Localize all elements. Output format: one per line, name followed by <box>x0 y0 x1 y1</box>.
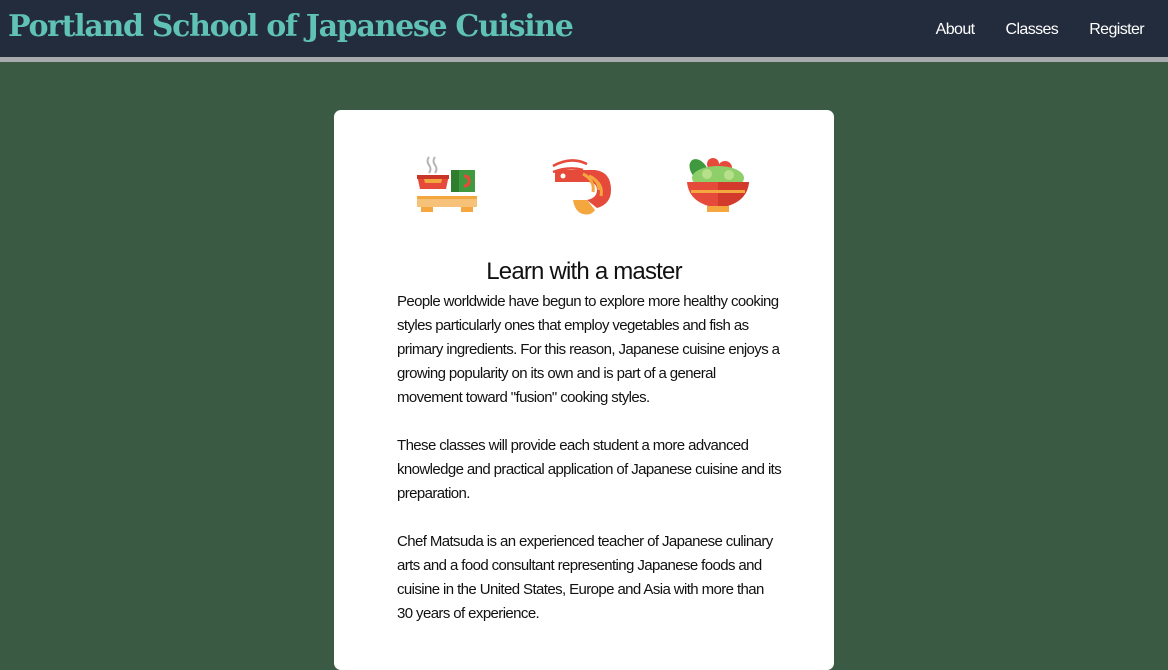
paragraph: People worldwide have begun to explore m… <box>397 293 780 406</box>
paragraph: Chef Matsuda is an experienced teacher o… <box>397 533 773 622</box>
main-nav: About Classes Register <box>936 16 1145 44</box>
shrimp-icon <box>552 159 611 215</box>
paragraph: These classes will provide each student … <box>397 437 782 502</box>
content-card: Learn with a master People worldwide hav… <box>334 110 834 670</box>
intro-text: People worldwide have begun to explore m… <box>397 290 782 650</box>
nav-link-classes[interactable]: Classes <box>1006 16 1059 44</box>
site-title[interactable]: Portland School of Japanese Cuisine <box>8 7 574 47</box>
section-heading: Learn with a master <box>486 258 682 285</box>
nav-link-register[interactable]: Register <box>1089 16 1144 44</box>
salad-bowl-icon <box>687 158 749 212</box>
nav-link-about[interactable]: About <box>936 16 975 44</box>
food-icons-row <box>334 154 834 224</box>
site-header: Portland School of Japanese Cuisine Abou… <box>0 0 1168 62</box>
tea-set-icon <box>417 156 477 212</box>
